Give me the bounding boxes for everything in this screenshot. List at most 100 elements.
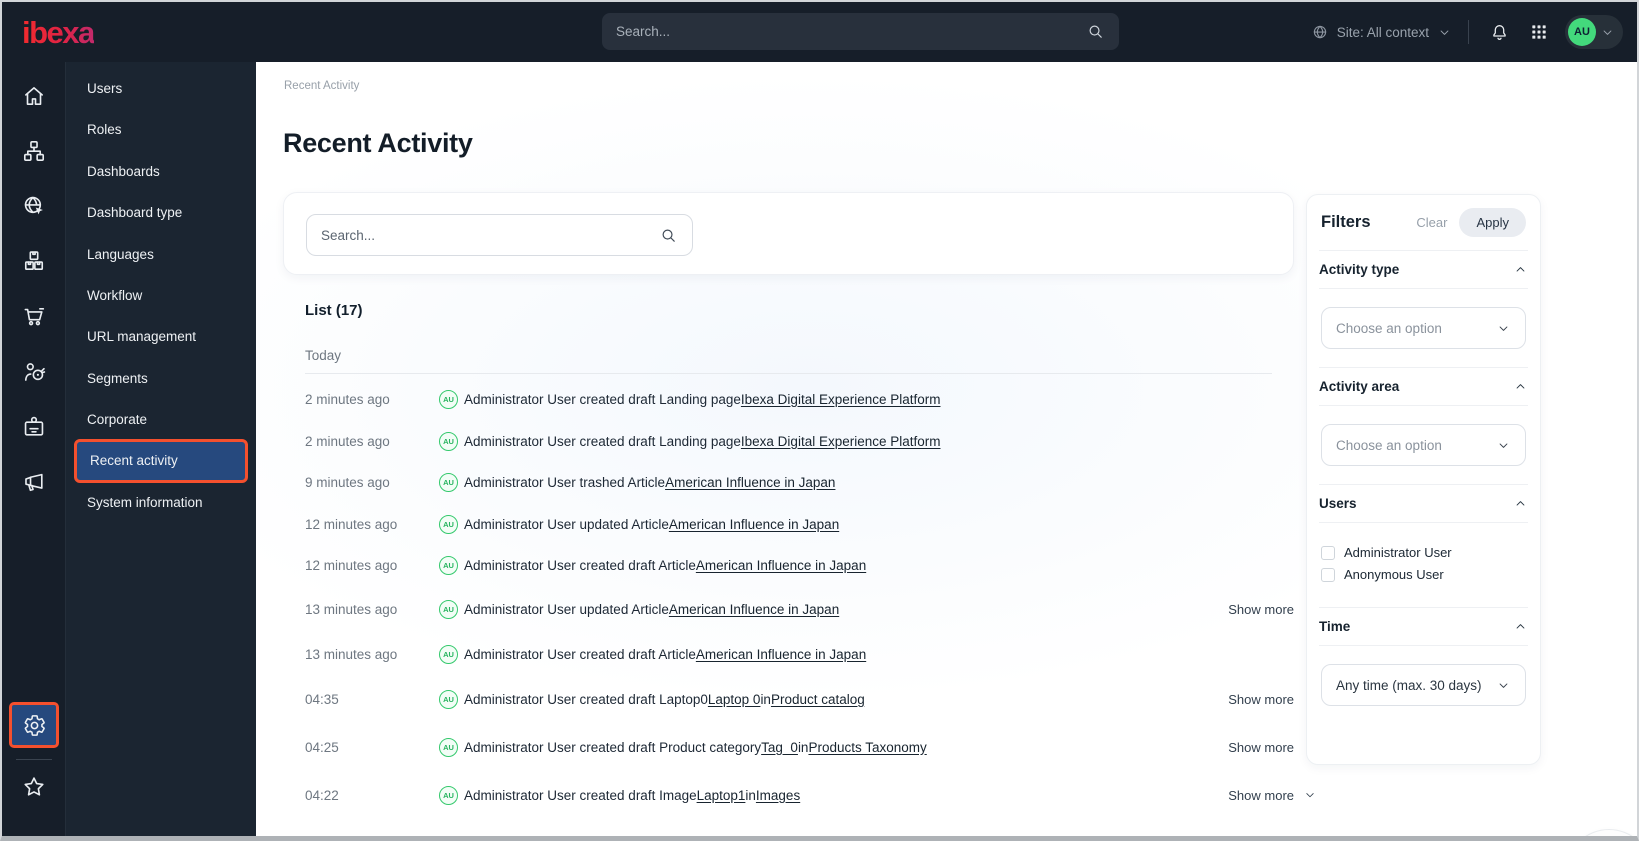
floating-button-partial[interactable] <box>1566 829 1637 836</box>
activity-link[interactable]: American Influence in Japan <box>669 517 839 532</box>
activity-link[interactable]: Tag_0 <box>761 740 798 755</box>
avatar: AU <box>439 599 458 619</box>
filter-section-header[interactable]: Activity area <box>1319 368 1528 405</box>
activity-link[interactable]: American Influence in Japan <box>669 602 839 617</box>
topbar: ibexa Site: All context AU <box>2 2 1637 62</box>
activity-time: 04:22 <box>305 787 339 803</box>
bell-icon <box>1489 22 1510 43</box>
sidebar-item-workflow[interactable]: Workflow <box>66 276 256 316</box>
filter-section-header[interactable]: Users <box>1319 485 1528 522</box>
filter-checkbox-row[interactable]: Administrator User <box>1321 545 1526 560</box>
sidebar-item-system-information[interactable]: System information <box>66 483 256 523</box>
checkbox[interactable] <box>1321 545 1335 560</box>
activity-row: 9 minutes ago AU Administrator User trashe… <box>305 471 1317 493</box>
filter-section-header[interactable]: Activity type <box>1319 251 1528 288</box>
activity-link[interactable]: Products Taxonomy <box>808 740 926 755</box>
chevron-up-icon <box>1513 379 1528 394</box>
filter-select[interactable]: Choose an option <box>1321 307 1526 349</box>
sidebar-item-segments[interactable]: Segments <box>66 359 256 399</box>
avatar: AU <box>439 472 458 492</box>
activity-link[interactable]: Images <box>756 788 800 803</box>
apply-filters-button[interactable]: Apply <box>1459 208 1526 237</box>
activity-link[interactable]: Laptop1 <box>697 788 746 803</box>
app-window: ibexa Site: All context AU UsersRolesDas… <box>0 0 1639 841</box>
chevron-up-icon <box>1513 496 1528 511</box>
activity-link[interactable]: Laptop 0 <box>708 692 761 707</box>
filter-section-activity-area: Activity area Choose an option <box>1319 367 1528 484</box>
app-grid-button[interactable] <box>1525 18 1553 46</box>
activity-row: 2 minutes ago AU Administrator User create… <box>305 430 1317 452</box>
rail-item-home[interactable] <box>2 76 66 116</box>
avatar: AU <box>439 737 458 757</box>
activity-link[interactable]: American Influence in Japan <box>696 558 866 573</box>
search-icon <box>1086 22 1105 41</box>
show-more-button[interactable]: Show more <box>1228 740 1317 755</box>
activity-text: Administrator User created draft Article <box>464 646 696 662</box>
avatar: AU <box>439 689 458 709</box>
activity-time: 04:35 <box>305 691 339 707</box>
activity-time: 13 minutes ago <box>305 646 398 662</box>
sidebar-item-roles[interactable]: Roles <box>66 110 256 150</box>
activity-link[interactable]: American Influence in Japan <box>665 475 835 490</box>
global-search <box>602 13 1119 50</box>
avatar: AU <box>439 785 458 805</box>
notifications-button[interactable] <box>1485 18 1513 46</box>
filter-select[interactable]: Choose an option <box>1321 424 1526 466</box>
rail-item-personalization[interactable] <box>2 352 66 392</box>
filter-section-users: Users Administrator User Anonymous User <box>1319 484 1528 607</box>
chevron-down-icon <box>1303 788 1317 802</box>
filter-section-header[interactable]: Time <box>1319 608 1528 645</box>
sidebar-item-languages[interactable]: Languages <box>66 235 256 275</box>
global-search-input[interactable] <box>616 24 1086 39</box>
activity-time: 12 minutes ago <box>305 557 398 573</box>
activity-text: Administrator User created draft Product… <box>464 739 762 755</box>
rail-item-product-catalog[interactable] <box>2 241 66 281</box>
sidebar-item-corporate[interactable]: Corporate <box>66 400 256 440</box>
site-context-label: Site: All context <box>1336 24 1429 40</box>
commerce-icon <box>21 303 47 329</box>
activity-link[interactable]: American Influence in Japan <box>696 647 866 662</box>
rail-item-corporate[interactable] <box>2 407 66 447</box>
main-content: Recent Activity Recent Activity List (17… <box>256 62 1637 836</box>
rail-item-admin-active[interactable] <box>9 702 59 748</box>
show-more-button[interactable]: Show more <box>1228 788 1317 803</box>
clear-filters-button[interactable]: Clear <box>1416 215 1447 230</box>
activity-text: in <box>745 787 756 803</box>
activity-text: Administrator User trashed Article <box>464 474 666 490</box>
filter-checkbox-row[interactable]: Anonymous User <box>1321 567 1526 582</box>
rail-item-bookmarks[interactable] <box>2 767 66 807</box>
sidebar-item-dashboards[interactable]: Dashboards <box>66 152 256 192</box>
ibexa-logo[interactable]: ibexa <box>22 15 95 51</box>
show-more-button[interactable]: Show more <box>1228 602 1317 617</box>
rail-item-site[interactable] <box>2 186 66 226</box>
filter-select[interactable]: Any time (max. 30 days) <box>1321 664 1526 706</box>
chevron-up-icon <box>1513 619 1528 634</box>
personalization-icon <box>21 359 47 385</box>
divider <box>305 373 1272 374</box>
activity-time: 04:25 <box>305 739 339 755</box>
sidebar-item-dashboard-type[interactable]: Dashboard type <box>66 193 256 233</box>
sidebar-item-url-management[interactable]: URL management <box>66 317 256 357</box>
show-more-button[interactable]: Show more <box>1228 692 1317 707</box>
site-icon <box>21 193 47 219</box>
icon-rail <box>2 62 66 836</box>
rail-item-commerce[interactable] <box>2 296 66 336</box>
avatar: AU <box>439 514 458 534</box>
rail-item-content-structure[interactable] <box>2 131 66 171</box>
checkbox[interactable] <box>1321 567 1335 582</box>
rail-item-marketing[interactable] <box>2 462 66 502</box>
activity-search-input[interactable] <box>321 227 659 243</box>
activity-link[interactable]: Ibexa Digital Experience Platform <box>741 434 941 449</box>
site-context-switcher[interactable]: Site: All context <box>1311 23 1452 41</box>
activity-search-card <box>283 192 1294 275</box>
avatar: AU <box>1568 18 1596 46</box>
chevron-down-icon <box>1496 438 1511 453</box>
sidebar-item-users[interactable]: Users <box>66 69 256 109</box>
activity-search <box>306 214 693 256</box>
activity-time: 2 minutes ago <box>305 391 390 407</box>
list-group-label: Today <box>305 348 342 363</box>
activity-link[interactable]: Product catalog <box>771 692 865 707</box>
user-menu[interactable]: AU <box>1565 15 1623 49</box>
activity-link[interactable]: Ibexa Digital Experience Platform <box>741 392 941 407</box>
sidebar-item-recent-activity[interactable]: Recent activity <box>74 439 248 483</box>
